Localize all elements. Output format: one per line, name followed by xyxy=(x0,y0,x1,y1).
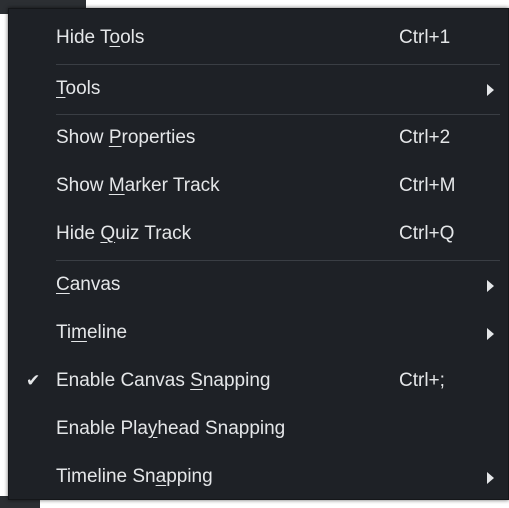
submenu-arrow-icon xyxy=(487,328,494,340)
submenu-arrow-icon xyxy=(487,472,494,484)
menu-item-shortcut: Ctrl+1 xyxy=(399,27,451,48)
menu-item-label: Hide Tools xyxy=(56,27,145,48)
menu-item-enable-canvas-snapping[interactable]: ✔ Enable Canvas Snapping Ctrl+; xyxy=(9,357,508,405)
menu-item-timeline[interactable]: Timeline xyxy=(9,309,508,357)
menu-item-tools[interactable]: Tools xyxy=(9,65,508,113)
view-context-menu: Hide Tools Ctrl+1 Tools Show Properties … xyxy=(8,8,509,500)
menu-item-enable-playhead-snapping[interactable]: Enable Playhead Snapping xyxy=(9,405,508,453)
menu-item-label: Show Properties xyxy=(56,127,196,148)
menu-item-label: Timeline Snapping xyxy=(56,466,213,487)
menu-item-shortcut: Ctrl+M xyxy=(399,175,456,196)
menu-item-hide-quiz-track[interactable]: Hide Quiz Track Ctrl+Q xyxy=(9,210,508,258)
menu-item-label: Tools xyxy=(56,78,101,99)
submenu-arrow-icon xyxy=(487,280,494,292)
submenu-arrow-icon xyxy=(487,84,494,96)
menu-item-timeline-snapping[interactable]: Timeline Snapping xyxy=(9,453,508,501)
menu-item-hide-tools[interactable]: Hide Tools Ctrl+1 xyxy=(9,14,508,62)
menu-item-canvas[interactable]: Canvas xyxy=(9,261,508,309)
menu-item-label: Enable Playhead Snapping xyxy=(56,418,286,439)
menu-item-label: Timeline xyxy=(56,322,128,343)
menu-item-label: Hide Quiz Track xyxy=(56,223,192,244)
menu-item-shortcut: Ctrl+2 xyxy=(399,127,451,148)
menu-item-shortcut: Ctrl+Q xyxy=(399,223,455,244)
menu-item-show-marker-track[interactable]: Show Marker Track Ctrl+M xyxy=(9,162,508,210)
menu-item-label: Show Marker Track xyxy=(56,175,220,196)
menu-item-show-properties[interactable]: Show Properties Ctrl+2 xyxy=(9,114,508,162)
menu-item-label: Enable Canvas Snapping xyxy=(56,370,271,391)
checkmark-icon: ✔ xyxy=(26,371,41,390)
menu-item-shortcut: Ctrl+; xyxy=(399,370,445,391)
menu-item-label: Canvas xyxy=(56,274,121,295)
